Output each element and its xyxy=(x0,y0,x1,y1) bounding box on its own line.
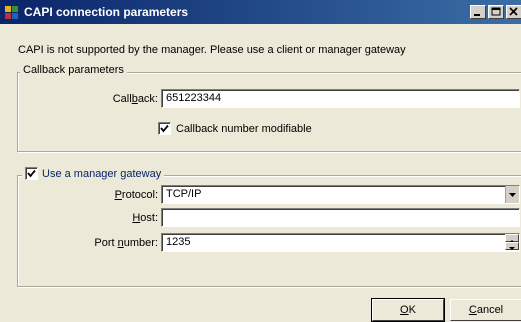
callback-modifiable-checkbox[interactable] xyxy=(158,122,171,135)
chevron-down-icon xyxy=(509,193,516,197)
checkmark-icon xyxy=(160,124,169,133)
manager-gateway-legend[interactable]: Use a manager gateway xyxy=(22,167,165,180)
protocol-select[interactable]: TCP/IP xyxy=(161,185,520,204)
minimize-icon xyxy=(474,14,480,16)
port-decrement-button[interactable] xyxy=(505,242,519,250)
checkmark-icon xyxy=(27,169,36,178)
minimize-button[interactable] xyxy=(470,5,486,19)
callback-number-field[interactable]: 651223344 xyxy=(161,89,520,108)
callback-label: Callback: xyxy=(112,93,158,105)
callback-parameters-legend: Callback parameters xyxy=(20,64,127,76)
close-button[interactable] xyxy=(506,5,521,19)
cancel-button[interactable]: Cancel xyxy=(450,299,521,321)
ok-button[interactable]: OK xyxy=(371,298,445,322)
protocol-label: Protocol: xyxy=(114,189,158,201)
protocol-dropdown-button[interactable] xyxy=(505,186,519,203)
protocol-selected-value: TCP/IP xyxy=(166,188,202,200)
maximize-button[interactable] xyxy=(488,5,504,19)
callback-modifiable-label: Callback number modifiable xyxy=(176,122,312,135)
port-number-value: 1235 xyxy=(166,236,191,248)
info-message: CAPI is not supported by the manager. Pl… xyxy=(18,44,406,56)
app-icon xyxy=(4,4,20,20)
host-label: Host: xyxy=(132,212,158,224)
close-icon xyxy=(509,7,518,16)
callback-parameters-group xyxy=(17,72,521,152)
window-title: CAPI connection parameters xyxy=(24,5,189,19)
title-bar[interactable]: CAPI connection parameters xyxy=(0,0,521,24)
port-number-label: Port number: xyxy=(94,237,158,249)
use-manager-gateway-label: Use a manager gateway xyxy=(42,167,162,180)
use-manager-gateway-checkbox[interactable] xyxy=(25,167,38,180)
port-number-stepper[interactable]: 1235 xyxy=(161,233,520,252)
maximize-icon xyxy=(491,7,501,16)
spin-down-icon xyxy=(509,247,515,250)
callback-modifiable-checkbox-row[interactable]: Callback number modifiable xyxy=(158,122,312,135)
port-increment-button[interactable] xyxy=(505,234,519,243)
host-field[interactable] xyxy=(161,208,520,227)
